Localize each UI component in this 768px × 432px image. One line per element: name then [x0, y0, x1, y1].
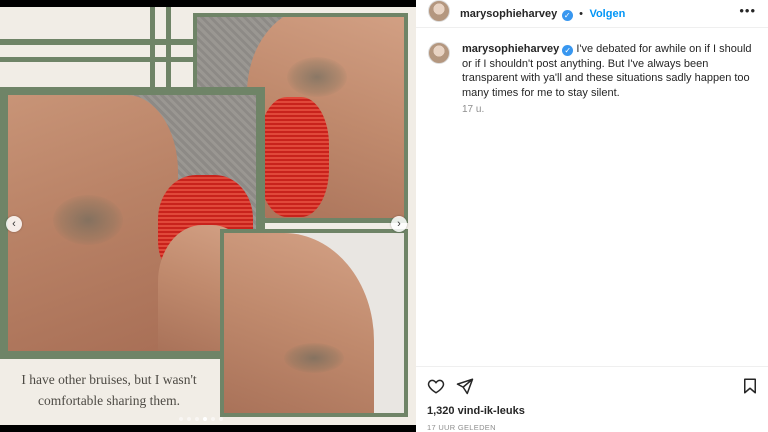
comment-username[interactable]: marysophieharvey	[462, 43, 559, 55]
chevron-left-icon: ‹	[12, 218, 16, 230]
carousel-next-button[interactable]: ›	[391, 216, 407, 232]
post-caption: marysophieharvey ✓ I've debated for awhi…	[462, 42, 756, 100]
more-options-icon[interactable]: •••	[739, 3, 756, 18]
header-separator: •	[579, 8, 583, 20]
decorative-stripe	[166, 7, 171, 87]
carousel-dot	[203, 417, 207, 421]
carousel-dot	[179, 417, 183, 421]
action-bar	[416, 366, 768, 406]
bruise-mark	[284, 343, 344, 373]
header-user-row: marysophieharvey ✓ • Volgen	[460, 4, 625, 22]
bruise-mark	[287, 57, 347, 97]
carousel-dot	[187, 417, 191, 421]
avatar[interactable]	[428, 0, 450, 22]
photo-red-garment	[259, 97, 329, 217]
carousel-dot	[219, 417, 223, 421]
post-media-carousel[interactable]: I have other bruises, but I wasn't comfo…	[0, 7, 416, 425]
likes-count[interactable]: 1,320 vind-ik-leuks	[427, 405, 525, 417]
bruise-mark	[53, 195, 123, 245]
carousel-dot	[195, 417, 199, 421]
decorative-stripe	[150, 7, 155, 87]
photo-knee	[8, 95, 256, 351]
photo-skin-area	[224, 233, 374, 413]
post-sidebar: marysophieharvey ✓ • Volgen ••• marysoph…	[416, 0, 768, 432]
follow-button[interactable]: Volgen	[589, 8, 625, 20]
header-username[interactable]: marysophieharvey	[460, 8, 557, 20]
photo-caption-text: I have other bruises, but I wasn't comfo…	[21, 372, 197, 408]
carousel-prev-button[interactable]: ‹	[6, 216, 22, 232]
verified-badge-icon: ✓	[561, 10, 573, 21]
photo-thigh	[224, 233, 404, 413]
photo-frame-bottom-right	[220, 229, 408, 417]
share-send-icon[interactable]	[456, 377, 474, 395]
like-heart-icon[interactable]	[427, 377, 445, 395]
post-header: marysophieharvey ✓ • Volgen •••	[416, 0, 768, 28]
carousel-dot	[211, 417, 215, 421]
verified-badge-icon: ✓	[562, 45, 574, 56]
bookmark-save-icon[interactable]	[741, 377, 759, 395]
comment-avatar[interactable]	[428, 42, 450, 64]
post-timestamp: 17 UUR GELEDEN	[427, 423, 496, 432]
carousel-dots	[179, 417, 223, 421]
chevron-right-icon: ›	[397, 218, 401, 230]
comment-timestamp: 17 u.	[462, 104, 485, 115]
